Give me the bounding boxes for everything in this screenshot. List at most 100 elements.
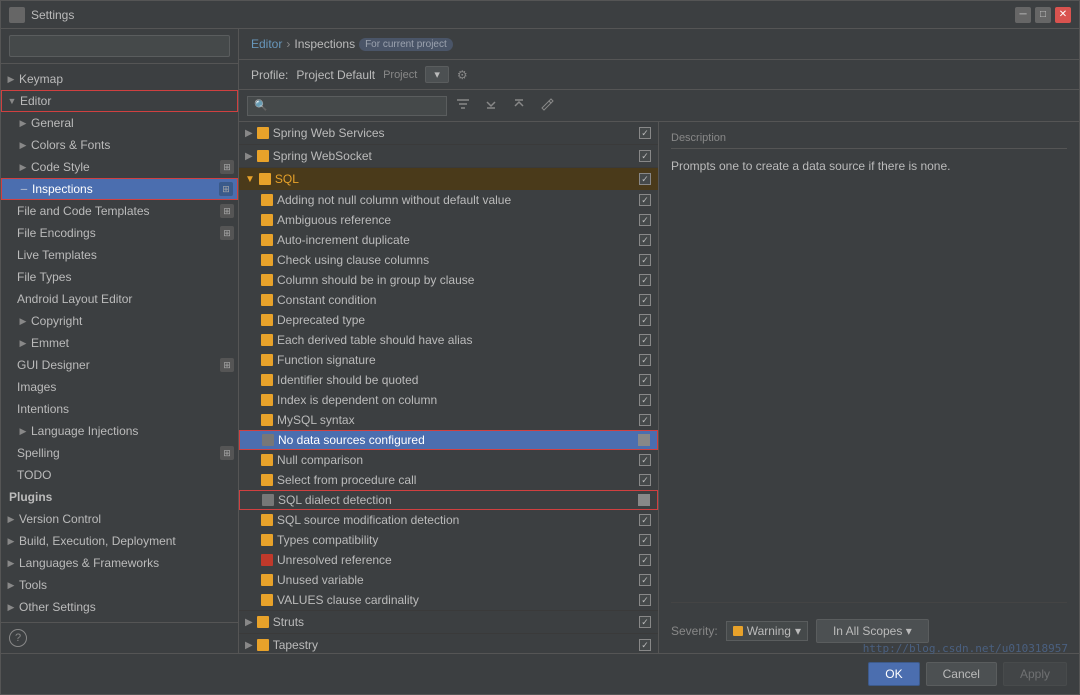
apply-button[interactable]: Apply <box>1003 662 1067 686</box>
checkbox[interactable] <box>638 533 652 547</box>
sidebar-item-label: Other Settings <box>19 600 234 614</box>
checkbox[interactable] <box>638 313 652 327</box>
list-item[interactable]: Unused variable <box>239 570 658 590</box>
sidebar-item-languages-frameworks[interactable]: ▶ Languages & Frameworks <box>1 552 238 574</box>
sidebar-item-file-code-templates[interactable]: File and Code Templates ⊞ <box>1 200 238 222</box>
collapse-all-button[interactable] <box>507 94 531 117</box>
list-item[interactable]: MySQL syntax <box>239 410 658 430</box>
sidebar-item-todo[interactable]: TODO <box>1 464 238 486</box>
sidebar-item-gui-designer[interactable]: GUI Designer ⊞ <box>1 354 238 376</box>
checkbox[interactable] <box>638 453 652 467</box>
checkbox[interactable] <box>638 233 652 247</box>
sidebar-item-other-settings[interactable]: ▶ Other Settings <box>1 596 238 618</box>
list-item[interactable]: Each derived table should have alias <box>239 330 658 350</box>
edit-button[interactable] <box>535 94 559 117</box>
list-item[interactable]: Adding not null column without default v… <box>239 190 658 210</box>
checkbox[interactable] <box>638 213 652 227</box>
list-item[interactable]: Check using clause columns <box>239 250 658 270</box>
filter-button[interactable] <box>451 94 475 117</box>
checkbox[interactable] <box>637 433 651 447</box>
group-header[interactable]: ▶ Struts <box>239 611 658 633</box>
color-indicator <box>257 150 269 162</box>
sidebar-item-colors-fonts[interactable]: ▶ Colors & Fonts <box>1 134 238 156</box>
sidebar-item-file-encodings[interactable]: File Encodings ⊞ <box>1 222 238 244</box>
sidebar-item-inspections[interactable]: ─ Inspections ⊞ <box>1 178 238 200</box>
sidebar-item-live-templates[interactable]: Live Templates <box>1 244 238 266</box>
sidebar-item-editor[interactable]: ▼ Editor <box>1 90 238 112</box>
checkbox[interactable] <box>638 593 652 607</box>
checkbox[interactable] <box>638 126 652 140</box>
maximize-button[interactable]: □ <box>1035 7 1051 23</box>
checkbox[interactable] <box>637 493 651 507</box>
checkbox[interactable] <box>638 638 652 652</box>
list-item[interactable]: SQL source modification detection <box>239 510 658 530</box>
checkbox[interactable] <box>638 473 652 487</box>
sidebar-item-tools[interactable]: ▶ Tools <box>1 574 238 596</box>
sidebar-item-images[interactable]: Images <box>1 376 238 398</box>
expand-all-button[interactable] <box>479 94 503 117</box>
breadcrumb-editor[interactable]: Editor <box>251 37 282 51</box>
ok-button[interactable]: OK <box>868 662 919 686</box>
checkbox[interactable] <box>638 553 652 567</box>
severity-dropdown[interactable]: Warning ▾ <box>726 621 808 641</box>
expand-icon: ▶ <box>17 117 29 129</box>
checkbox[interactable] <box>638 513 652 527</box>
list-item[interactable]: Unresolved reference <box>239 550 658 570</box>
list-item[interactable]: Null comparison <box>239 450 658 470</box>
list-item[interactable]: Index is dependent on column <box>239 390 658 410</box>
for-project-badge[interactable]: For current project <box>359 38 453 51</box>
group-header[interactable]: ▶ Tapestry <box>239 634 658 653</box>
sidebar-item-version-control[interactable]: ▶ Version Control <box>1 508 238 530</box>
badge-icon: ⊞ <box>220 446 234 460</box>
list-item[interactable]: Ambiguous reference <box>239 210 658 230</box>
checkbox[interactable] <box>638 333 652 347</box>
list-item[interactable]: Function signature <box>239 350 658 370</box>
list-item[interactable]: VALUES clause cardinality <box>239 590 658 610</box>
checkbox[interactable] <box>638 172 652 186</box>
sidebar-item-intentions[interactable]: Intentions <box>1 398 238 420</box>
checkbox[interactable] <box>638 193 652 207</box>
close-button[interactable]: ✕ <box>1055 7 1071 23</box>
sidebar-item-copyright[interactable]: ▶ Copyright <box>1 310 238 332</box>
sidebar-item-keymap[interactable]: ▶ Keymap <box>1 68 238 90</box>
group-header[interactable]: ▶ Spring Web Services <box>239 122 658 144</box>
checkbox[interactable] <box>638 373 652 387</box>
sidebar-item-file-types[interactable]: File Types <box>1 266 238 288</box>
profile-dropdown-button[interactable]: ▾ <box>425 66 449 83</box>
cancel-button[interactable]: Cancel <box>926 662 997 686</box>
checkbox[interactable] <box>638 273 652 287</box>
sidebar-item-language-injections[interactable]: ▶ Language Injections <box>1 420 238 442</box>
sidebar-item-android-layout-editor[interactable]: Android Layout Editor <box>1 288 238 310</box>
checkbox[interactable] <box>638 615 652 629</box>
search-input[interactable] <box>272 99 440 113</box>
list-item[interactable]: Column should be in group by clause <box>239 270 658 290</box>
list-item[interactable]: Deprecated type <box>239 310 658 330</box>
expand-icon: ▼ <box>245 174 255 185</box>
sidebar-item-emmet[interactable]: ▶ Emmet <box>1 332 238 354</box>
checkbox[interactable] <box>638 293 652 307</box>
group-header-sql[interactable]: ▼ SQL <box>239 168 658 190</box>
scope-dropdown[interactable]: In All Scopes ▾ <box>816 619 929 643</box>
list-item[interactable]: Constant condition <box>239 290 658 310</box>
sidebar-item-general[interactable]: ▶ General <box>1 112 238 134</box>
help-icon[interactable]: ? <box>9 629 27 647</box>
checkbox[interactable] <box>638 413 652 427</box>
list-item[interactable]: Identifier should be quoted <box>239 370 658 390</box>
list-item[interactable]: Auto-increment duplicate <box>239 230 658 250</box>
list-item-sql-dialect[interactable]: SQL dialect detection <box>239 490 658 510</box>
sidebar-item-build-exec-deploy[interactable]: ▶ Build, Execution, Deployment <box>1 530 238 552</box>
checkbox[interactable] <box>638 573 652 587</box>
minimize-button[interactable]: ─ <box>1015 7 1031 23</box>
checkbox[interactable] <box>638 393 652 407</box>
checkbox[interactable] <box>638 353 652 367</box>
sidebar-item-spelling[interactable]: Spelling ⊞ <box>1 442 238 464</box>
list-item[interactable]: Select from procedure call <box>239 470 658 490</box>
sidebar-item-code-style[interactable]: ▶ Code Style ⊞ <box>1 156 238 178</box>
sidebar-search-input[interactable] <box>9 35 230 57</box>
list-item-no-data-sources[interactable]: No data sources configured <box>239 430 658 450</box>
list-item[interactable]: Types compatibility <box>239 530 658 550</box>
checkbox[interactable] <box>638 253 652 267</box>
group-header[interactable]: ▶ Spring WebSocket <box>239 145 658 167</box>
checkbox[interactable] <box>638 149 652 163</box>
profile-gear-icon[interactable]: ⚙ <box>457 68 468 82</box>
